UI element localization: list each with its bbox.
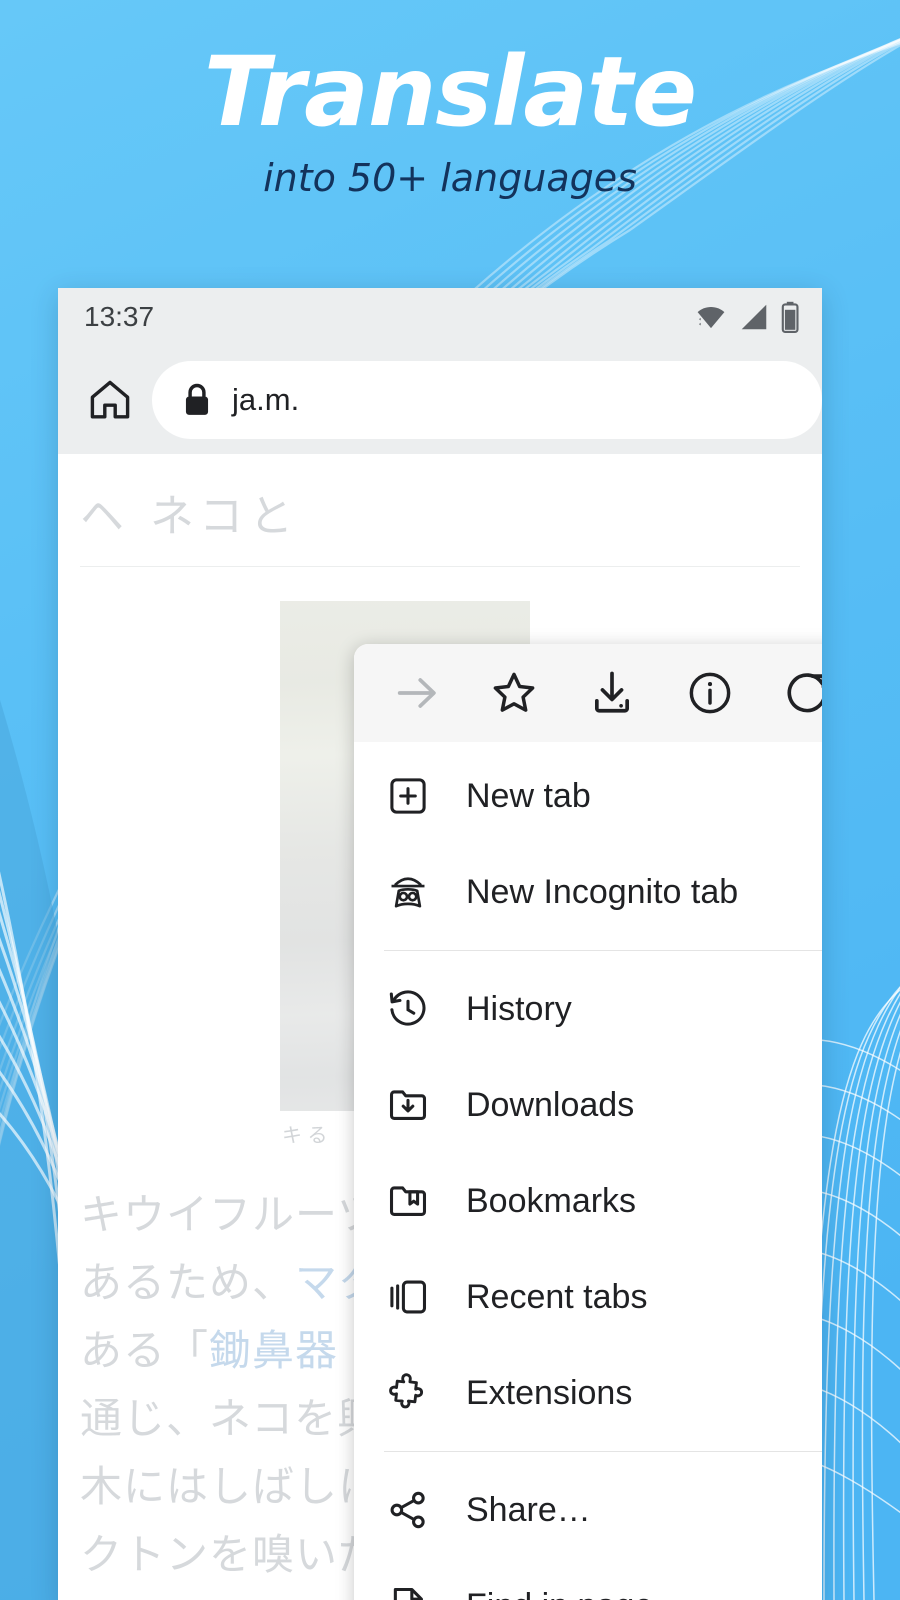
menu-item-label: New tab	[466, 776, 591, 815]
cell-signal-icon	[741, 304, 767, 330]
lock-icon	[185, 383, 209, 415]
info-icon	[689, 672, 730, 714]
extensions-puzzle-icon	[384, 1369, 432, 1417]
browser-overflow-menu: New tab New Incognito tab History Downlo…	[354, 644, 822, 1600]
menu-item-recent-tabs[interactable]: Recent tabs	[354, 1249, 822, 1345]
menu-item-find-in-page[interactable]: Find in page	[354, 1558, 822, 1600]
bookmark-star-button[interactable]	[481, 660, 547, 726]
menu-item-bookmarks[interactable]: Bookmarks	[354, 1153, 822, 1249]
menu-quick-actions	[354, 644, 822, 742]
page-divider	[80, 566, 800, 567]
promo-subtitle: into 50+ languages	[263, 156, 637, 200]
share-icon	[384, 1486, 432, 1534]
menu-item-label: Bookmarks	[466, 1181, 637, 1220]
promo-screenshot: Translate into 50+ languages 13:37 ja.m.…	[0, 0, 900, 1600]
menu-item-label: New Incognito tab	[466, 872, 739, 911]
forward-button[interactable]	[384, 660, 450, 726]
menu-item-history[interactable]: History	[354, 961, 822, 1057]
find-in-page-icon	[384, 1582, 432, 1600]
menu-item-downloads[interactable]: Downloads	[354, 1057, 822, 1153]
url-text: ja.m.	[232, 382, 300, 417]
downloads-folder-icon	[384, 1081, 432, 1129]
recent-tabs-icon	[384, 1273, 432, 1321]
menu-item-label: Share…	[466, 1490, 591, 1529]
home-button[interactable]	[80, 370, 140, 430]
browser-toolbar: ja.m.	[58, 346, 822, 454]
forward-arrow-icon	[397, 678, 436, 708]
star-icon	[494, 672, 535, 712]
menu-item-label: Extensions	[466, 1373, 633, 1412]
page-body-link[interactable]: 鋤鼻器	[209, 1327, 338, 1374]
reload-icon	[787, 673, 822, 713]
menu-item-new-incognito-tab[interactable]: New Incognito tab	[354, 844, 822, 940]
menu-item-label: Recent tabs	[466, 1277, 648, 1316]
menu-divider	[384, 950, 822, 951]
url-bar[interactable]: ja.m.	[152, 361, 822, 439]
menu-item-share[interactable]: Share…	[354, 1462, 822, 1558]
home-icon	[90, 380, 130, 419]
download-page-button[interactable]	[579, 660, 645, 726]
bookmarks-folder-icon	[384, 1177, 432, 1225]
status-icon-group	[694, 301, 800, 333]
page-info-button[interactable]	[677, 660, 743, 726]
menu-item-label: History	[466, 989, 572, 1028]
promo-header: Translate into 50+ languages	[0, 44, 900, 200]
menu-divider	[384, 1451, 822, 1452]
menu-item-label: Find in page	[466, 1587, 653, 1600]
wifi-icon	[697, 307, 725, 329]
menu-item-new-tab[interactable]: New tab	[354, 748, 822, 844]
promo-title: Translate	[203, 36, 697, 148]
new-tab-icon	[384, 772, 432, 820]
history-icon	[384, 985, 432, 1033]
download-icon	[594, 671, 629, 713]
phone-mockup: 13:37 ja.m. ヘ ネコと キ る キウイフルーツ あるため、マタ ある…	[58, 288, 822, 1600]
status-bar: 13:37	[58, 288, 822, 346]
status-time: 13:37	[84, 301, 155, 332]
reload-button[interactable]	[774, 660, 822, 726]
page-heading: ヘ ネコと	[80, 491, 300, 542]
incognito-icon	[384, 868, 432, 916]
menu-items-list: New tab New Incognito tab History Downlo…	[354, 742, 822, 1600]
menu-item-extensions[interactable]: Extensions	[354, 1345, 822, 1441]
menu-item-label: Downloads	[466, 1085, 635, 1124]
battery-icon	[781, 301, 799, 333]
